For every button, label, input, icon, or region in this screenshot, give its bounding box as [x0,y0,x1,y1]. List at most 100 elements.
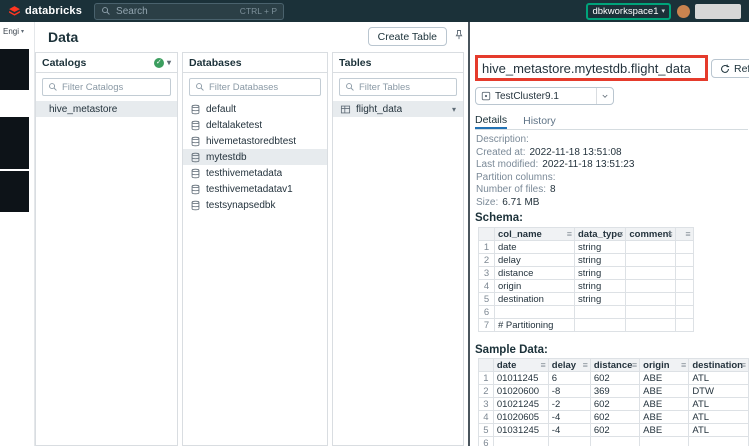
detail-field: Number of files: 8 [476,184,634,197]
list-item-flight_data[interactable]: flight_data ▾ [333,101,463,117]
table-cell: destination [494,292,575,306]
list-item-testhivemetadatav1[interactable]: testhivemetadatav1 [183,181,327,197]
field-label: Created at: [476,146,526,158]
refresh-button[interactable]: Refresh [711,59,749,78]
workspace-switcher[interactable]: dbkworkspace1 ▾ [586,2,671,20]
detail-field: Size: 6.71 MB [476,197,634,210]
column-menu-icon[interactable]: ≡ [685,229,690,240]
filter-placeholder: Filter Tables [359,81,411,93]
column-header-label: data_type [578,228,623,240]
column-menu-icon[interactable]: ≡ [681,360,686,371]
column-header-delay[interactable]: delay ≡ [547,358,591,372]
table-icon [340,105,351,113]
database-icon [191,152,200,162]
table-cell [674,305,694,319]
table-cell [625,292,676,306]
table-cell [547,436,591,446]
databricks-logo[interactable]: databricks [8,5,82,18]
catalogs-filter-input[interactable]: Filter Catalogs [42,78,171,96]
column-header-label: destination [692,359,743,371]
table-cell: origin [494,279,575,293]
table-cell: 01020605 [492,410,549,424]
panel-resize-divider[interactable] [468,22,470,446]
index-column-header [478,227,495,241]
workspace-name: dbkworkspace1 [592,5,659,17]
column-menu-icon[interactable]: ≡ [583,360,588,371]
chevron-down-icon[interactable] [596,88,613,104]
table-cell [688,436,749,446]
cluster-name: TestCluster9.1 [495,90,559,102]
databases-filter-input[interactable]: Filter Databases [189,78,321,96]
row-index: 1 [478,240,495,254]
column-header-col_name[interactable]: col_name ≡ [494,227,575,241]
column-menu-icon[interactable]: ≡ [618,229,623,240]
tables-filter-input[interactable]: Filter Tables [339,78,457,96]
tab-details[interactable]: Details [475,112,508,129]
table-row: 6 [478,436,749,446]
table-cell [674,279,694,293]
table-row: 3 distance string [478,266,694,280]
list-item-default[interactable]: default [183,101,327,117]
table-row: 5 01031245 -4 602 ABE ATL [478,423,749,437]
list-item-testsynapsedbk[interactable]: testsynapsedbk [183,197,327,213]
column-header-date[interactable]: date ≡ [492,358,549,372]
table-cell: -4 [547,410,591,424]
sidebar-item-block[interactable] [0,117,29,169]
list-item-deltalaketest[interactable]: deltalaketest [183,117,327,133]
item-label: hivemetastoredbtest [206,135,297,147]
column-menu-icon[interactable]: ≡ [632,360,637,371]
table-cell: delay [494,253,575,267]
chevron-down-icon[interactable]: ▾ [452,105,456,114]
table-cell [625,279,676,293]
tab-history[interactable]: History [523,112,556,129]
item-label: deltalaketest [206,119,263,131]
column-header-distance[interactable]: distance ≡ [589,358,641,372]
detail-field: Partition columns: [476,172,634,185]
chevron-down-icon[interactable]: ▾ [167,58,171,67]
item-label: flight_data [356,103,403,115]
list-item-hivemetastoredbtest[interactable]: hivemetastoredbtest [183,133,327,149]
column-menu-icon[interactable]: ≡ [567,229,572,240]
table-row: 4 origin string [478,279,694,293]
table-cell [639,436,690,446]
table-cell [674,266,694,280]
cluster-selector[interactable]: TestCluster9.1 [475,87,614,105]
item-label: mytestdb [206,151,247,163]
column-menu-icon[interactable]: ≡ [667,229,672,240]
list-item-hive_metastore[interactable]: hive_metastore [36,101,177,117]
persona-switcher[interactable]: Engi ▾ [0,22,34,36]
column-menu-icon[interactable]: ≡ [541,360,546,371]
column-header-destination[interactable]: destination ≡ [688,358,749,372]
table-detail-panel: hive_metastore.mytestdb.flight_data Refr… [470,22,749,446]
databricks-logo-icon [9,5,20,16]
databases-list: default deltalaketest hivemetastoredbtest m… [183,101,327,445]
row-index: 4 [478,279,495,293]
list-item-testhivemetadata[interactable]: testhivemetadata [183,165,327,181]
field-label: Number of files: [476,184,547,195]
column-header-extra[interactable]: ≡ [674,227,694,241]
table-cell: # Partitioning [494,318,575,332]
catalogs-header: Catalogs ✓ ▾ [36,53,177,73]
sidebar-item-block[interactable] [0,171,29,212]
table-row: 1 01011245 6 602 ABE ATL [478,371,749,385]
avatar[interactable] [677,4,690,18]
column-header-label: comment [629,228,672,240]
table-cell: distance [494,266,575,280]
field-label: Description: [476,134,529,145]
create-table-button[interactable]: Create Table [367,27,447,46]
table-cell: 369 [589,384,641,398]
table-cell: string [573,266,627,280]
pin-icon[interactable] [453,29,465,41]
global-search-input[interactable]: Search CTRL + P [94,2,285,20]
column-header-origin[interactable]: origin ≡ [639,358,690,372]
column-header-comment[interactable]: comment ≡ [625,227,676,241]
user-menu-flyout [695,3,741,19]
column-header-label: delay [551,359,577,371]
item-label: hive_metastore [49,103,118,115]
table-row: 6 [478,305,694,319]
table-cell: string [573,292,627,306]
list-item-mytestdb[interactable]: mytestdb [183,149,327,165]
sidebar-item-block[interactable] [0,49,29,90]
column-header-data_type[interactable]: data_type ≡ [573,227,627,241]
column-menu-icon[interactable]: ≡ [741,360,746,371]
